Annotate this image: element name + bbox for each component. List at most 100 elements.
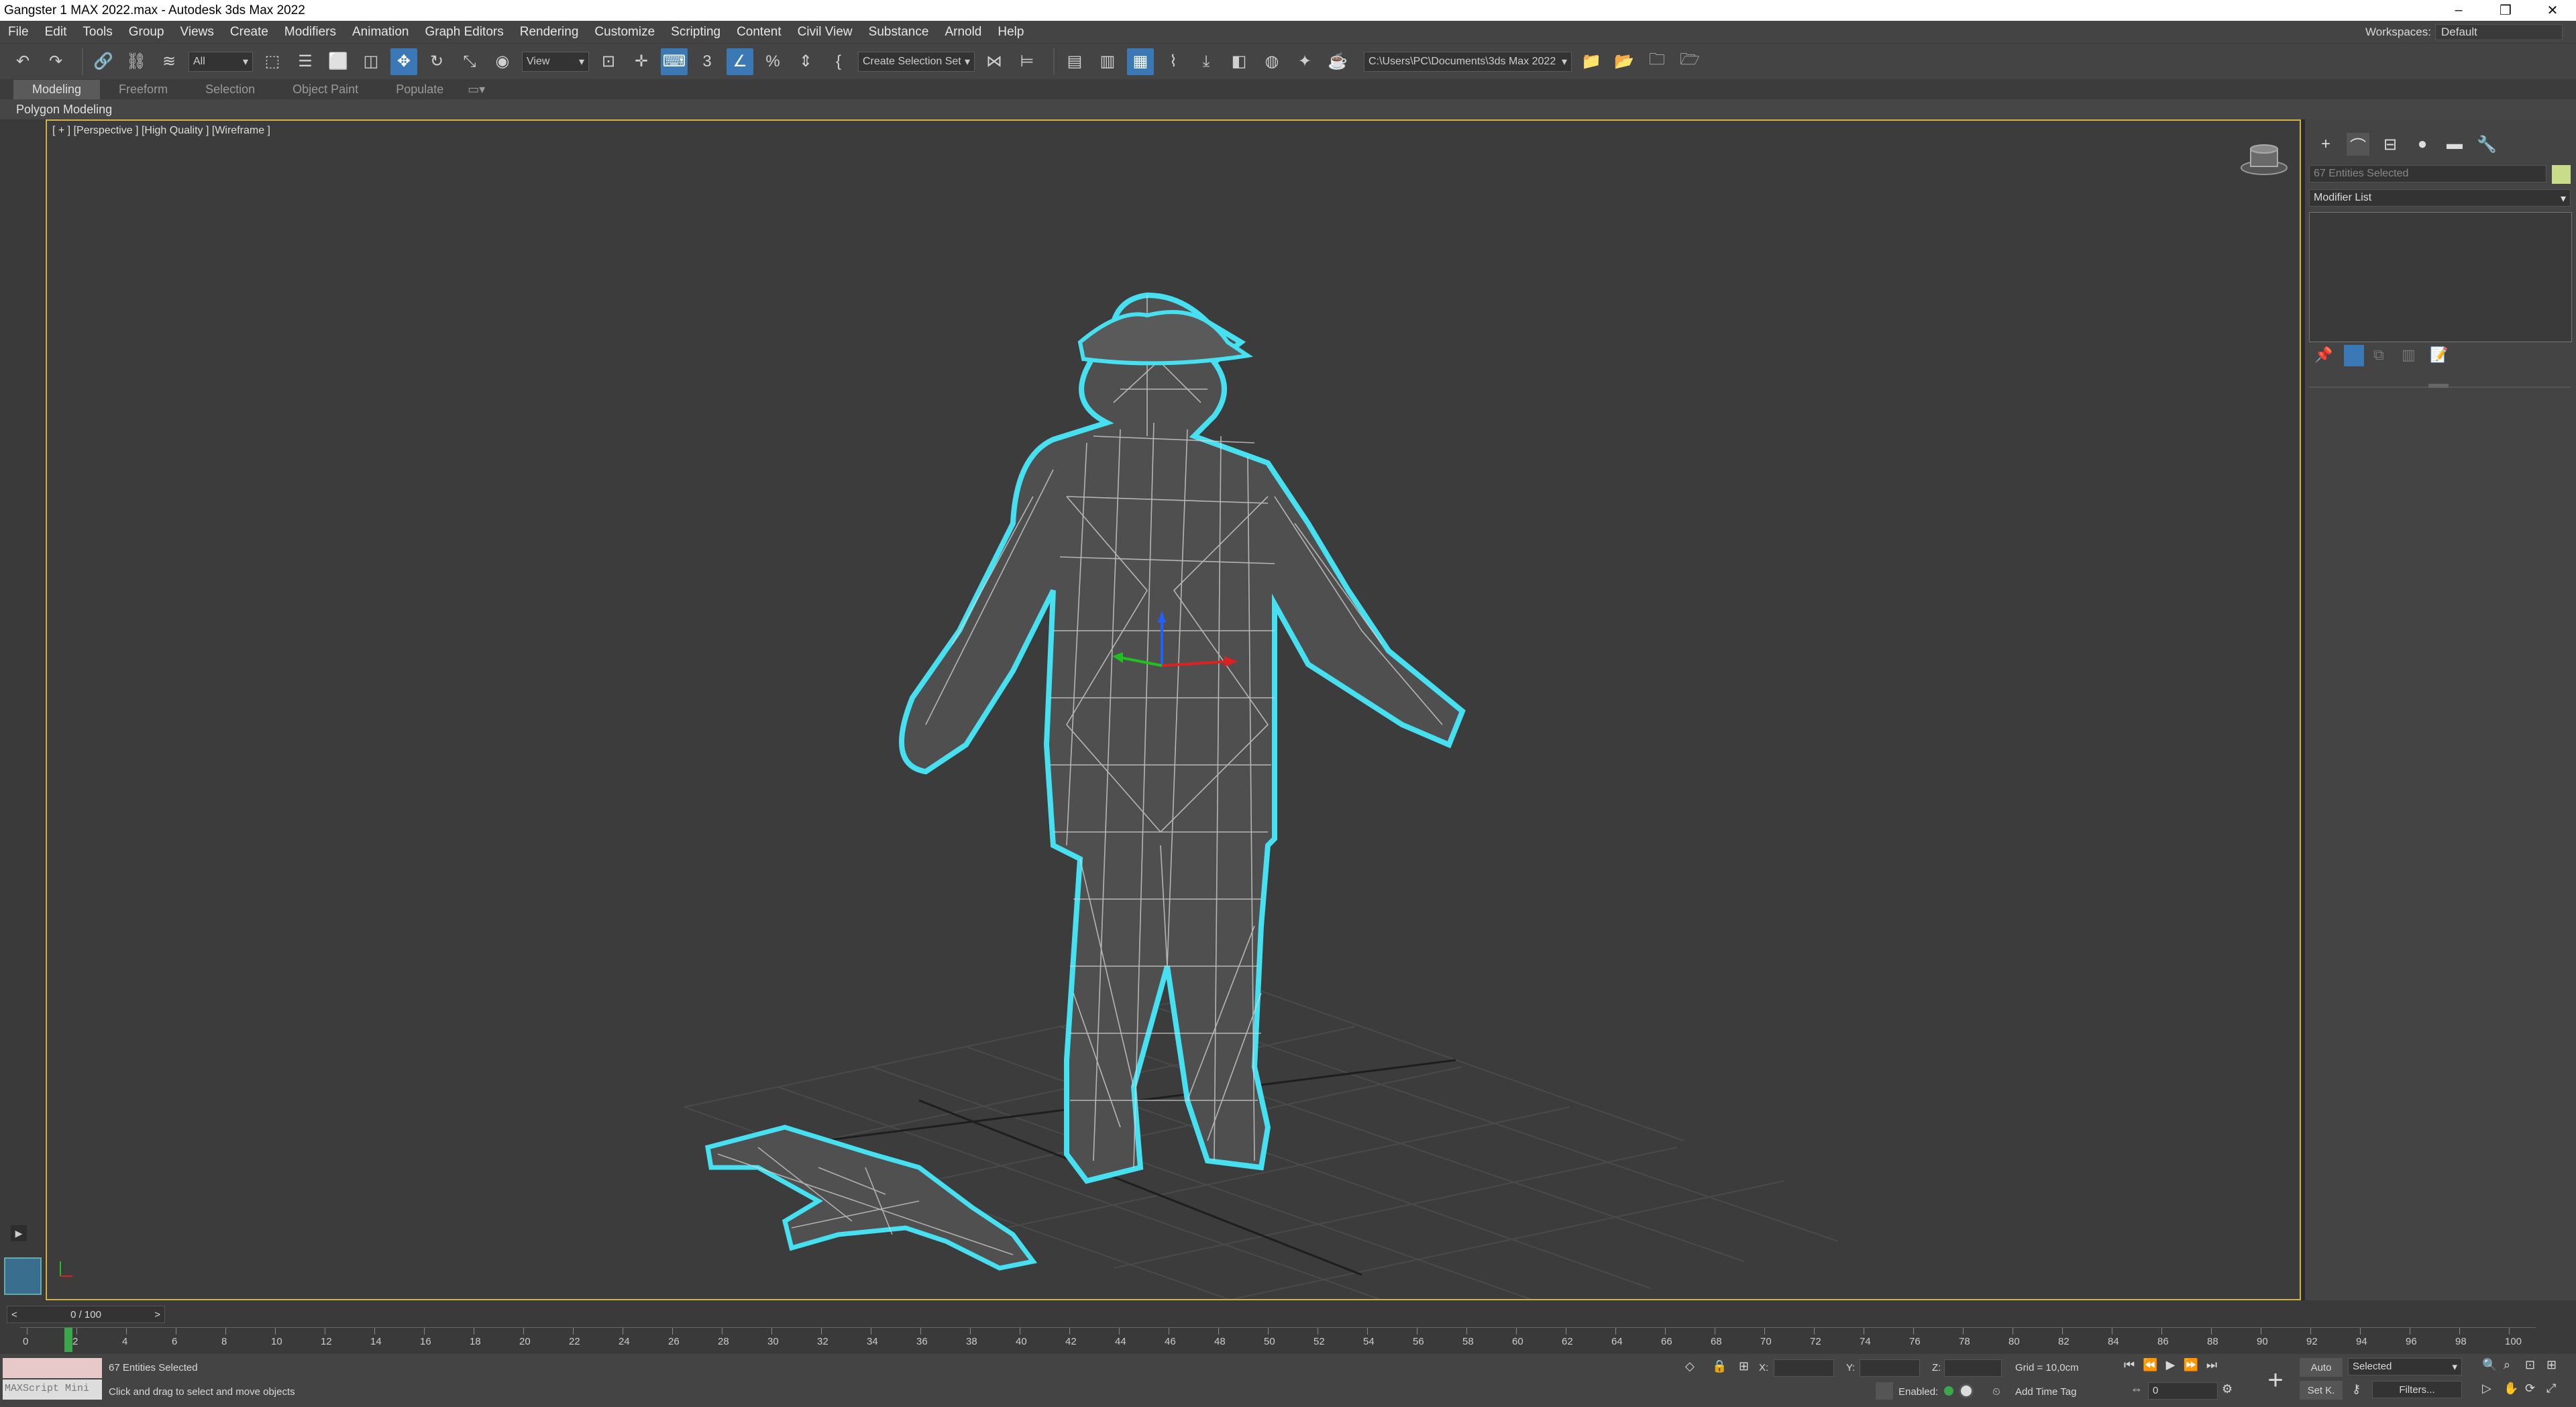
polygon-modeling-panel[interactable]: Polygon Modeling (16, 103, 112, 117)
key-icon[interactable]: ⚷ (2352, 1382, 2361, 1396)
tab-freeform[interactable]: Freeform (100, 80, 186, 99)
key-mode-toggle-icon[interactable]: ⇔ (2131, 1382, 2143, 1396)
viewcube-icon[interactable] (2241, 144, 2288, 175)
folder-settings-icon[interactable]: 🗁 (1676, 48, 1703, 75)
material-editor-icon[interactable]: ◍ (1258, 48, 1285, 75)
menu-substance[interactable]: Substance (861, 25, 937, 40)
ribbon-options-icon[interactable]: ▭▾ (462, 80, 490, 99)
menu-create[interactable]: Create (222, 25, 276, 40)
menu-tools[interactable]: Tools (74, 25, 120, 40)
display-tab-icon[interactable]: ▬ (2443, 133, 2466, 156)
y-coord-field[interactable] (1860, 1359, 1920, 1377)
bind-spacewarp-icon[interactable]: ≋ (156, 48, 182, 75)
edit-named-sets-icon[interactable]: { (825, 48, 852, 75)
undo-icon[interactable]: ↶ (9, 48, 36, 75)
maximize-viewport-icon[interactable]: ⤢ (2546, 1382, 2568, 1396)
show-end-result-icon[interactable] (2344, 345, 2364, 366)
menu-group[interactable]: Group (121, 25, 172, 40)
close-button[interactable]: ✕ (2529, 0, 2576, 21)
menu-views[interactable]: Views (172, 25, 222, 40)
pan-icon[interactable]: ✋ (2504, 1382, 2525, 1396)
absolute-mode-icon[interactable]: ⊞ (1739, 1359, 1749, 1373)
menu-arnold[interactable]: Arnold (936, 25, 989, 40)
menu-animation[interactable]: Animation (344, 25, 417, 40)
pivot-center-icon[interactable]: ⊡ (595, 48, 622, 75)
menu-edit[interactable]: Edit (37, 25, 75, 40)
menu-scripting[interactable]: Scripting (663, 25, 729, 40)
adaptive-degradation-icon[interactable] (1876, 1382, 1893, 1400)
orbit-icon[interactable]: ⟳ (2525, 1382, 2546, 1396)
field-of-view-icon[interactable]: ▷ (2482, 1382, 2504, 1396)
maxscript-mini-input[interactable]: MAXScript Mini (3, 1379, 102, 1400)
unlink-icon[interactable]: ⛓ (123, 48, 150, 75)
utilities-tab-icon[interactable]: 🔧 (2475, 133, 2498, 156)
restore-button[interactable]: ❐ (2482, 0, 2529, 21)
selection-filter-dropdown[interactable]: All ▾ (189, 51, 253, 72)
menu-customize[interactable]: Customize (586, 25, 663, 40)
menu-graph-editors[interactable]: Graph Editors (417, 25, 512, 40)
angle-snap-icon[interactable]: ∠ (727, 48, 753, 75)
select-rotate-icon[interactable]: ↻ (423, 48, 450, 75)
tommy-gun-model[interactable] (705, 1125, 1038, 1271)
tab-modeling[interactable]: Modeling (13, 80, 101, 99)
redo-icon[interactable]: ↷ (42, 48, 69, 75)
workspace-dropdown[interactable]: Default (2435, 23, 2563, 40)
schematic-view-icon[interactable]: ◧ (1226, 48, 1252, 75)
zoom-icon[interactable]: 🔍 (2482, 1358, 2504, 1372)
time-tag-icon[interactable]: ⏲ (1992, 1386, 2000, 1398)
isolate-selection-icon[interactable]: ◇ (1685, 1359, 1695, 1373)
tab-populate[interactable]: Populate (377, 80, 462, 99)
spinner-snap-icon[interactable]: ⇕ (792, 48, 819, 75)
tommy-gun-body[interactable] (705, 1125, 1038, 1271)
project-path-dropdown[interactable]: C:\Users\PC\Documents\3ds Max 2022 ▾ (1364, 51, 1572, 72)
menu-civil-view[interactable]: Civil View (790, 25, 861, 40)
ribbon-toggle-icon[interactable]: ▦ (1127, 48, 1154, 75)
motion-tab-icon[interactable]: ● (2411, 133, 2434, 156)
render-setup-icon[interactable]: ✦ (1291, 48, 1318, 75)
lock-selection-icon[interactable]: 🔒 (1712, 1359, 1727, 1373)
menu-rendering[interactable]: Rendering (512, 25, 587, 40)
key-filters-button[interactable]: Filters... (2372, 1381, 2462, 1398)
render-icon[interactable]: ☕ (1324, 48, 1351, 75)
select-move-icon[interactable]: ✥ (390, 48, 417, 75)
selection-name-field[interactable]: 67 Entities Selected (2309, 165, 2546, 183)
remove-modifier-icon[interactable]: ▥ (2402, 346, 2416, 364)
current-frame-field[interactable]: 0 (2148, 1382, 2218, 1400)
prev-frame-icon[interactable]: ⏪ (2143, 1358, 2157, 1372)
mirror-icon[interactable]: ⋈ (981, 48, 1008, 75)
menu-file[interactable]: File (0, 25, 37, 40)
object-color-swatch[interactable] (2552, 165, 2571, 184)
zoom-all-icon[interactable]: ⌕ (2504, 1358, 2525, 1372)
select-object-icon[interactable]: ⬚ (259, 48, 286, 75)
select-scale-icon[interactable]: ⤡ (456, 48, 483, 75)
gangster-model[interactable] (899, 292, 1466, 1184)
modify-tab-icon[interactable]: ⌒ (2347, 133, 2369, 156)
set-key-icon[interactable]: + (2261, 1361, 2290, 1400)
time-config-icon[interactable]: ⚙ (2222, 1382, 2233, 1396)
dope-sheet-icon[interactable]: ⤓ (1193, 48, 1220, 75)
tab-object-paint[interactable]: Object Paint (274, 80, 377, 99)
folder-sync-icon[interactable]: 🗀 (1644, 48, 1670, 75)
snaps-3d-icon[interactable]: 3 (694, 48, 720, 75)
time-slider[interactable]: < 0 / 100 > (7, 1306, 165, 1323)
pin-stack-icon[interactable]: 📌 (2314, 346, 2332, 364)
expand-icon[interactable]: ▶ (11, 1225, 27, 1241)
move-icon[interactable]: ✛ (628, 48, 655, 75)
modifier-list-dropdown[interactable]: Modifier List ▾ (2309, 189, 2571, 207)
menu-help[interactable]: Help (989, 25, 1032, 40)
perspective-viewport[interactable]: [ + ] [Perspective ] [High Quality ] [Wi… (46, 119, 2301, 1300)
x-coord-field[interactable] (1774, 1359, 1834, 1377)
enabled-indicator[interactable] (1944, 1386, 1953, 1396)
make-unique-icon[interactable]: ⧉ (2373, 346, 2384, 364)
scene-explorer-icon[interactable]: ▤ (1061, 48, 1088, 75)
slider-next-icon[interactable]: > (154, 1309, 164, 1320)
select-by-name-icon[interactable]: ☰ (292, 48, 319, 75)
layer-explorer-icon[interactable]: ▥ (1094, 48, 1121, 75)
named-selection-set-dropdown[interactable]: Create Selection Set ▾ (858, 51, 975, 72)
zoom-extents-all-icon[interactable]: ⊞ (2546, 1358, 2568, 1372)
configure-modifier-sets-icon[interactable]: 📝 (2430, 346, 2448, 364)
zoom-extents-icon[interactable]: ⊡ (2525, 1358, 2546, 1372)
add-time-tag[interactable]: Add Time Tag (2015, 1386, 2076, 1398)
hierarchy-tab-icon[interactable]: ⊟ (2379, 133, 2402, 156)
viewport-layout-icon[interactable] (4, 1257, 42, 1295)
